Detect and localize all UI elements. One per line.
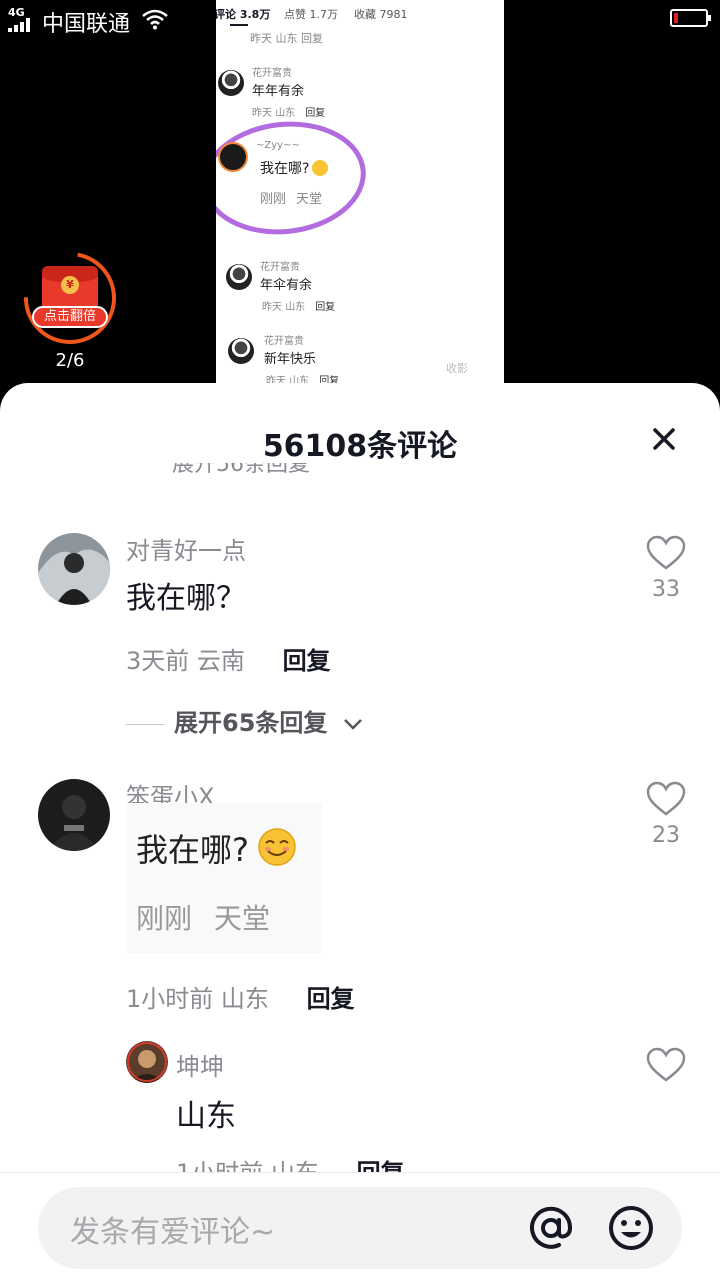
- smile-emoji-icon: [258, 828, 296, 866]
- comment-input[interactable]: 发条有爱评论~: [38, 1187, 682, 1269]
- comment-location: 云南: [196, 647, 245, 675]
- like-button[interactable]: 23: [646, 781, 686, 848]
- avatar: [226, 264, 252, 290]
- comment-location: 山东: [220, 985, 269, 1013]
- shot-highlight-user: ~Zyy~~: [256, 140, 300, 151]
- avatar: [218, 142, 248, 172]
- shot-tab-likes: 点赞 1.7万: [284, 8, 338, 21]
- coin-icon: ¥: [61, 276, 79, 294]
- shot-comment-user: 花开富贵: [252, 68, 292, 79]
- comment-image-meta: 刚刚 天堂: [136, 902, 271, 935]
- divider: [126, 723, 164, 725]
- like-count: 33: [652, 577, 680, 602]
- comment-image-text: 我在哪?: [136, 825, 297, 871]
- shot-partial-meta: 昨天 山东 回复: [250, 32, 323, 45]
- reply-button[interactable]: 回复: [283, 647, 331, 675]
- highlight-circle: [216, 113, 372, 243]
- red-packet-label: 点击翻倍: [32, 306, 108, 328]
- emoji-icon[interactable]: [606, 1203, 656, 1253]
- battery-icon: [670, 9, 711, 27]
- video-content[interactable]: 评论 3.8万 点赞 1.7万 收藏 7981 昨天 山东 回复 花开富贵 年年…: [216, 0, 504, 384]
- comment-input-placeholder: 发条有爱评论~: [70, 1215, 276, 1250]
- red-packet-button[interactable]: ¥ 点击翻倍: [22, 250, 118, 346]
- smile-emoji-icon: [312, 160, 329, 176]
- wifi-icon: [142, 9, 168, 30]
- shot-tab-comments: 评论 3.8万: [216, 8, 271, 21]
- heart-icon: [646, 781, 686, 816]
- peek-expand-text: 展开56条回复: [172, 463, 310, 477]
- shot-comment-user: 花开富贵: [260, 262, 300, 273]
- shot-highlight-text: 我在哪?: [260, 158, 329, 178]
- shot-comment-meta: 昨天 山东 回复: [262, 302, 336, 313]
- avatar: [228, 338, 254, 364]
- reply-username[interactable]: 坤坤: [176, 1047, 224, 1082]
- shot-comment-text: 新年快乐: [264, 352, 317, 367]
- shot-comment-user: 花开富贵: [264, 336, 304, 347]
- close-icon[interactable]: [648, 423, 680, 455]
- comment-meta: 3天前 云南 回复: [126, 641, 331, 676]
- comment-time: 1小时前: [126, 985, 214, 1013]
- comment-time: 3天前: [126, 647, 190, 675]
- carrier-name: 中国联通: [42, 12, 131, 37]
- at-icon[interactable]: [526, 1203, 576, 1253]
- shot-tab-underline: [230, 24, 248, 26]
- watermark: 收影: [446, 362, 468, 375]
- comment-count-title: 56108条评论: [262, 429, 458, 464]
- like-button[interactable]: 33: [646, 535, 686, 602]
- comment-image[interactable]: 我在哪? 刚刚 天堂: [126, 803, 322, 953]
- comment-username[interactable]: 对青好一点: [126, 531, 246, 566]
- shot-comment-text: 年年有余: [252, 84, 305, 99]
- heart-icon: [646, 535, 686, 570]
- chevron-down-icon: [343, 719, 362, 730]
- comment-sheet: 56108条评论 展开56条回复 对青好一点 我在哪？ 3天前 云南 回复 33…: [0, 383, 720, 1280]
- avatar[interactable]: [38, 779, 110, 851]
- shot-comment-meta: 昨天 山东 回复: [252, 108, 326, 119]
- expand-replies-button[interactable]: 展开65条回复: [126, 703, 364, 738]
- heart-icon: [646, 1047, 686, 1082]
- like-count: 23: [652, 823, 680, 848]
- avatar[interactable]: [126, 1041, 168, 1083]
- shot-tab-favorites: 收藏 7981: [354, 8, 408, 21]
- signal-icon: [8, 18, 36, 32]
- avatar: [218, 70, 244, 96]
- reply-text: 山东: [176, 1099, 236, 1134]
- avatar[interactable]: [38, 533, 110, 605]
- comment-meta: 1小时前 山东 回复: [126, 979, 355, 1014]
- packet-page-indicator: 2/6: [55, 350, 85, 371]
- shot-highlight-meta: 刚刚 天堂: [260, 192, 323, 207]
- like-button[interactable]: [646, 1047, 686, 1083]
- comment-input-bar: 发条有爱评论~: [0, 1172, 720, 1280]
- shot-comment-text: 年伞有余: [260, 278, 313, 293]
- reply-button[interactable]: 回复: [307, 985, 355, 1013]
- comment-text: 我在哪？: [126, 581, 246, 616]
